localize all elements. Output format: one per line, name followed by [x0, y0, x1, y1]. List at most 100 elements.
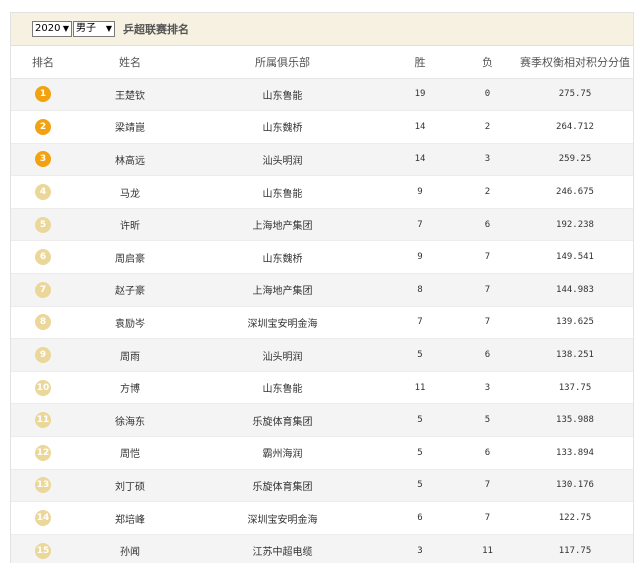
- rank-badge: 4: [35, 184, 51, 201]
- table-row: 8 袁励岑 深圳宝安明金海 7 7 139.625: [11, 306, 633, 340]
- wins-cell: 14: [380, 143, 460, 177]
- wins-cell: 9: [380, 175, 460, 209]
- wins-cell: 9: [380, 240, 460, 275]
- table-row: 4 马龙 山东鲁能 9 2 246.675: [11, 175, 633, 209]
- player-name-cell: 梁靖崑: [75, 110, 185, 144]
- wins-cell: 8: [380, 273, 460, 307]
- club-cell: 霸州海润: [185, 436, 380, 470]
- club-cell: 山东鲁能: [185, 175, 380, 209]
- club-cell: 上海地产集团: [185, 273, 380, 307]
- club-cell: 山东魏桥: [185, 110, 380, 144]
- score-cell: 122.75: [515, 501, 633, 535]
- score-cell: 275.75: [515, 78, 633, 112]
- rank-badge: 14: [35, 510, 51, 527]
- player-name-cell: 孙闻: [75, 534, 185, 563]
- table-row: 6 周启豪 山东魏桥 9 7 149.541: [11, 240, 633, 275]
- club-cell: 汕头明润: [185, 338, 380, 372]
- losses-cell: 5: [460, 403, 515, 438]
- rank-cell: 8: [11, 306, 75, 340]
- score-cell: 130.176: [515, 469, 633, 503]
- table-row: 11 徐海东 乐旋体育集团 5 5 135.988: [11, 403, 633, 438]
- rank-cell: 9: [11, 338, 75, 372]
- club-cell: 山东鲁能: [185, 78, 380, 112]
- rank-cell: 12: [11, 436, 75, 470]
- rank-cell: 14: [11, 501, 75, 535]
- rank-badge: 10: [35, 379, 51, 396]
- gender-select-value: 男子: [76, 23, 96, 34]
- rank-cell: 4: [11, 175, 75, 209]
- losses-cell: 3: [460, 143, 515, 177]
- header-rank: 排名: [11, 46, 75, 79]
- score-cell: 264.712: [515, 110, 633, 144]
- club-cell: 山东魏桥: [185, 240, 380, 275]
- score-cell: 137.75: [515, 371, 633, 405]
- losses-cell: 6: [460, 208, 515, 242]
- player-name-cell: 方博: [75, 371, 185, 405]
- header-wins: 胜: [380, 46, 460, 79]
- rank-badge: 1: [35, 86, 51, 103]
- rank-badge: 9: [35, 347, 51, 364]
- player-name-cell: 周雨: [75, 338, 185, 372]
- chevron-down-icon: ▼: [62, 24, 70, 33]
- chevron-down-icon: ▼: [105, 24, 113, 33]
- header-score: 赛季权衡相对积分分值: [515, 46, 633, 79]
- score-cell: 139.625: [515, 306, 633, 340]
- score-cell: 133.894: [515, 436, 633, 470]
- wins-cell: 7: [380, 208, 460, 242]
- year-select[interactable]: 2020 ▼: [32, 21, 72, 37]
- table-row: 10 方博 山东鲁能 11 3 137.75: [11, 371, 633, 405]
- losses-cell: 7: [460, 306, 515, 340]
- losses-cell: 7: [460, 469, 515, 503]
- table-row: 3 林高远 汕头明润 14 3 259.25: [11, 143, 633, 177]
- wins-cell: 5: [380, 338, 460, 372]
- wins-cell: 3: [380, 534, 460, 563]
- player-name-cell: 林高远: [75, 143, 185, 177]
- header-losses: 负: [460, 46, 515, 79]
- player-name-cell: 袁励岑: [75, 306, 185, 340]
- rank-cell: 6: [11, 240, 75, 275]
- club-cell: 江苏中超电缆: [185, 534, 380, 563]
- rank-cell: 15: [11, 534, 75, 563]
- rank-cell: 11: [11, 403, 75, 438]
- table-row: 15 孙闻 江苏中超电缆 3 11 117.75: [11, 534, 633, 563]
- table-row: 12 周恺 霸州海润 5 6 133.894: [11, 436, 633, 470]
- wins-cell: 5: [380, 403, 460, 438]
- losses-cell: 0: [460, 78, 515, 112]
- club-cell: 汕头明润: [185, 143, 380, 177]
- losses-cell: 11: [460, 534, 515, 563]
- rank-cell: 13: [11, 469, 75, 503]
- score-cell: 135.988: [515, 403, 633, 438]
- rank-cell: 5: [11, 208, 75, 242]
- losses-cell: 7: [460, 240, 515, 275]
- rank-cell: 10: [11, 371, 75, 405]
- table-row: 7 赵子豪 上海地产集团 8 7 144.983: [11, 273, 633, 307]
- player-name-cell: 许昕: [75, 208, 185, 242]
- rank-badge: 8: [35, 314, 51, 331]
- wins-cell: 6: [380, 501, 460, 535]
- player-name-cell: 徐海东: [75, 403, 185, 438]
- score-cell: 138.251: [515, 338, 633, 372]
- rank-badge: 6: [35, 249, 51, 266]
- wins-cell: 5: [380, 436, 460, 470]
- table-body: 1 王楚钦 山东鲁能 19 0 275.75 2 梁靖崑 山东魏桥 14 2 264.712 3 林高远汕…: [11, 78, 633, 563]
- rank-badge: 7: [35, 281, 51, 298]
- player-name-cell: 郑培峰: [75, 501, 185, 535]
- losses-cell: 7: [460, 501, 515, 535]
- score-cell: 144.983: [515, 273, 633, 307]
- rank-cell: 3: [11, 143, 75, 177]
- losses-cell: 2: [460, 175, 515, 209]
- header-club: 所属俱乐部: [185, 46, 380, 79]
- score-cell: 149.541: [515, 240, 633, 275]
- club-cell: 深圳宝安明金海: [185, 306, 380, 340]
- rank-badge: 2: [35, 118, 51, 135]
- wins-cell: 11: [380, 371, 460, 405]
- rank-badge: 11: [35, 412, 51, 429]
- club-cell: 上海地产集团: [185, 208, 380, 242]
- ranking-table: 排名 姓名 所属俱乐部 胜 负 赛季权衡相对积分分值 1 王楚钦 山东鲁能 19 0 27…: [11, 46, 633, 563]
- player-name-cell: 周启豪: [75, 240, 185, 275]
- player-name-cell: 刘丁硕: [75, 469, 185, 503]
- wins-cell: 7: [380, 306, 460, 340]
- score-cell: 246.675: [515, 175, 633, 209]
- player-name-cell: 马龙: [75, 175, 185, 209]
- gender-select[interactable]: 男子 ▼: [73, 21, 115, 37]
